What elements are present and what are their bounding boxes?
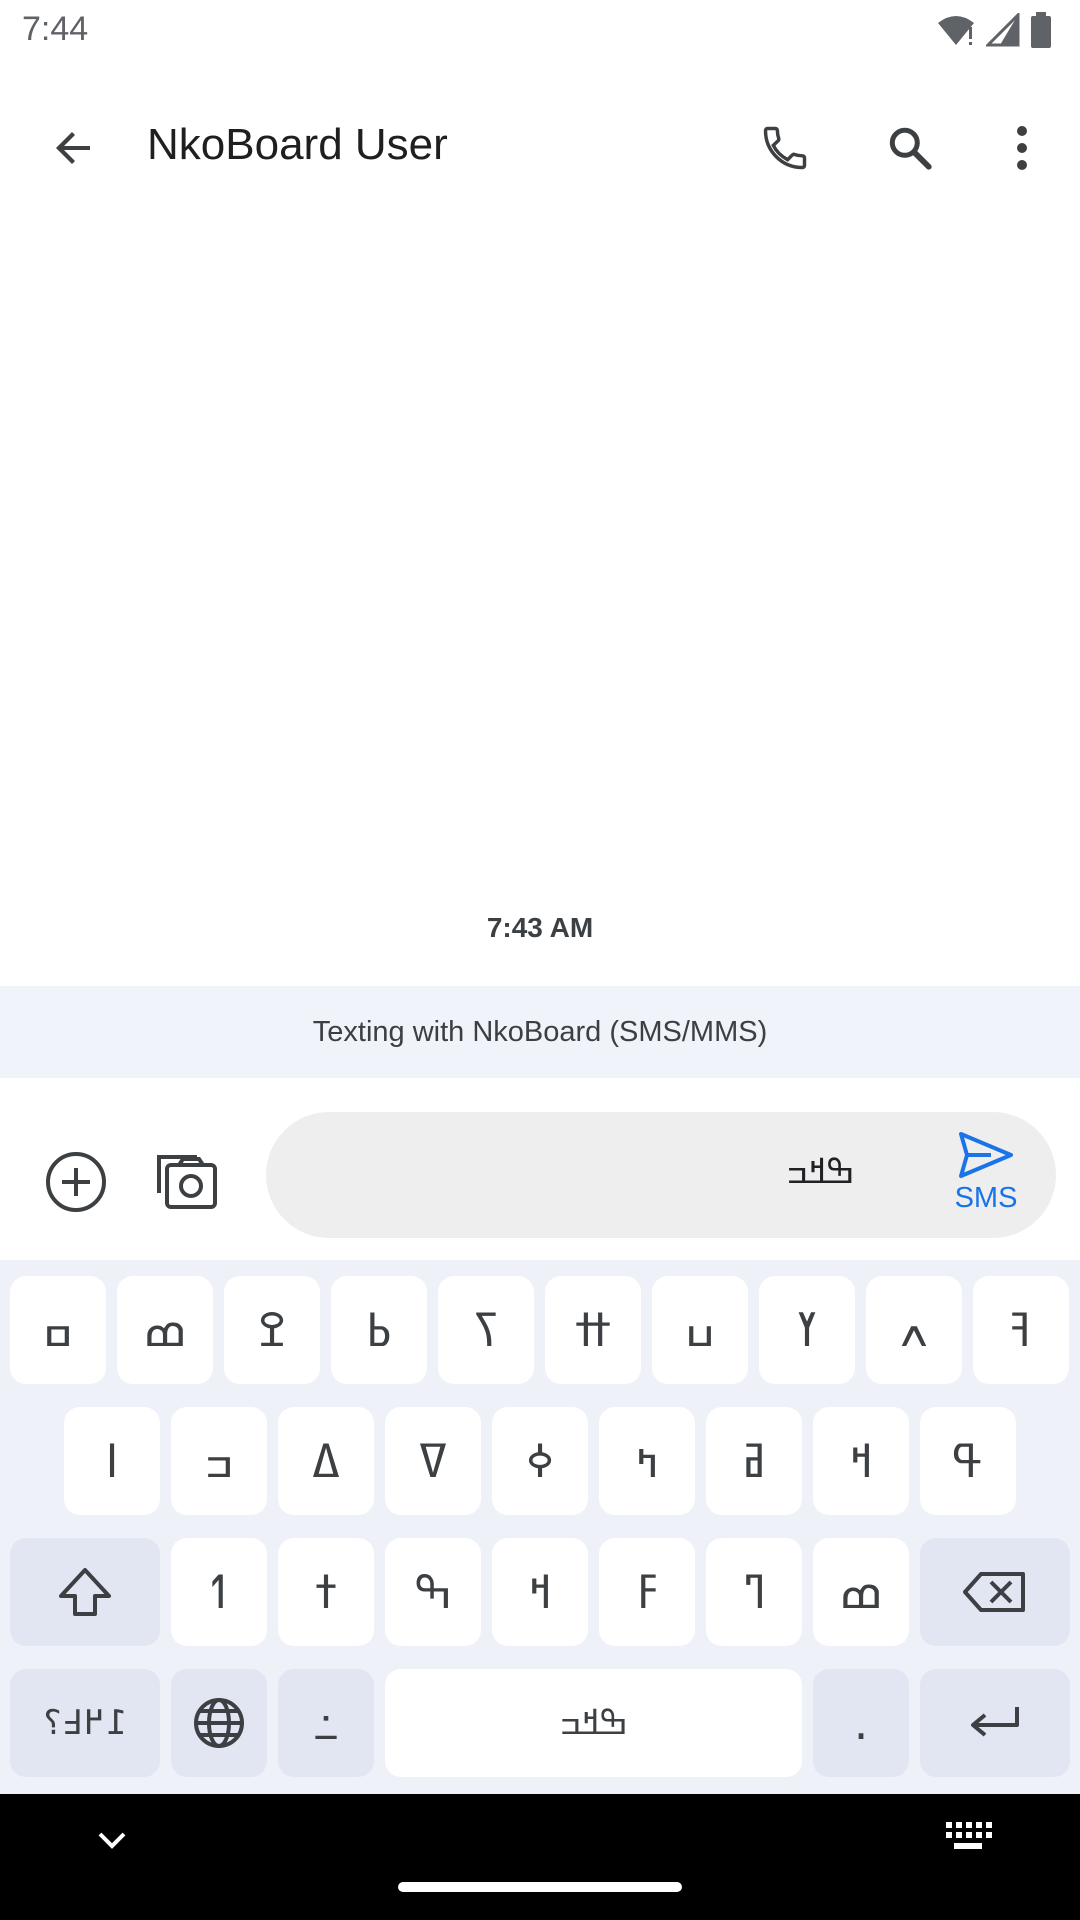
enter-key[interactable] [920,1669,1070,1777]
key[interactable]: ߟ [920,1407,1016,1515]
globe-icon [194,1698,244,1748]
more-vert-icon [1017,126,1027,170]
status-bar: 7:44 [0,0,1080,64]
status-time: 7:44 [22,10,89,48]
add-attachment-button[interactable] [36,1142,116,1222]
wifi-icon [938,16,974,45]
key[interactable]: ߗ [171,1538,267,1646]
key[interactable]: ߡ [278,1407,374,1515]
contact-name: NkoBoard User [147,120,448,169]
camera-icon [157,1155,217,1209]
key[interactable]: ߞ [813,1407,909,1515]
key[interactable]: ߎ [652,1276,748,1384]
message-timestamp: 7:43 AM [486,912,594,943]
key[interactable]: ߦ [492,1407,588,1515]
camera-button[interactable] [146,1140,226,1220]
key[interactable]: ߖ [438,1276,534,1384]
key[interactable]: ߓ [599,1538,695,1646]
key[interactable]: ߌ [759,1276,855,1384]
key[interactable]: ߐ [224,1276,320,1384]
key[interactable]: ߊ [64,1407,160,1515]
punctuation-key[interactable]: ߸ [278,1669,374,1777]
message-input-text: ߒߞߏ [786,1152,855,1192]
battery-icon [1031,12,1051,48]
back-button[interactable] [34,108,114,188]
keyboard-switch-icon[interactable] [944,1816,992,1856]
enter-icon [971,1707,1019,1737]
key[interactable]: ߘ [813,1538,909,1646]
key[interactable]: ߜ [385,1407,481,1515]
key[interactable]: ߒ [385,1538,481,1646]
hide-keyboard-icon[interactable] [92,1820,132,1860]
key[interactable]: ߤ [599,1407,695,1515]
app-bar: NkoBoard User [0,90,1080,206]
key[interactable]: ߕ [331,1276,427,1384]
more-options-button[interactable] [982,108,1062,188]
compose-row: ߒߞߏ SMS [0,1078,1080,1260]
add-circle-icon [46,1152,106,1212]
key[interactable]: ߍ [866,1276,962,1384]
shift-icon [59,1568,111,1616]
status-icons [936,12,1052,48]
backspace-icon [963,1572,1025,1612]
key[interactable]: ߛ [10,1276,106,1384]
phone-icon [763,126,807,170]
key[interactable]: ߔ [973,1276,1069,1384]
signal-icon [986,13,1020,47]
key[interactable]: ߘ [117,1276,213,1384]
call-button[interactable] [745,108,825,188]
language-key[interactable] [171,1669,267,1777]
key[interactable]: ߞ [492,1538,588,1646]
message-input[interactable]: ߒߞߏ SMS [266,1112,1056,1238]
keyboard: ߛ ߘ ߐ ߕ ߖ ߚ ߎ ߌ ߍ ߔ ߊ ߏ ߡ ߜ ߦ ߤ ߥ ߞ ߟ ߗ … [0,1260,1080,1794]
search-icon [889,127,932,170]
key[interactable]: ߚ [545,1276,641,1384]
send-label: SMS [954,1182,1018,1214]
key[interactable]: ߏ [171,1407,267,1515]
send-icon [959,1132,1013,1178]
shift-key[interactable] [10,1538,160,1646]
period-key[interactable]: . [813,1669,909,1777]
navigation-bar [0,1794,1080,1920]
space-key[interactable]: ߒߞߏ [385,1669,802,1777]
sms-banner: Texting with NkoBoard (SMS/MMS) [0,986,1080,1078]
key[interactable]: ߣ [706,1538,802,1646]
search-button[interactable] [870,108,950,188]
sms-banner-text: Texting with NkoBoard (SMS/MMS) [312,1015,768,1048]
home-handle[interactable] [398,1882,682,1892]
send-sms-button[interactable]: SMS [936,1130,1036,1226]
backspace-key[interactable] [920,1538,1070,1646]
key[interactable]: ߥ [706,1407,802,1515]
symbols-key[interactable]: ߁߂߃؟ [10,1669,160,1777]
key[interactable]: ߙ [278,1538,374,1646]
arrow-back-icon [56,132,90,164]
